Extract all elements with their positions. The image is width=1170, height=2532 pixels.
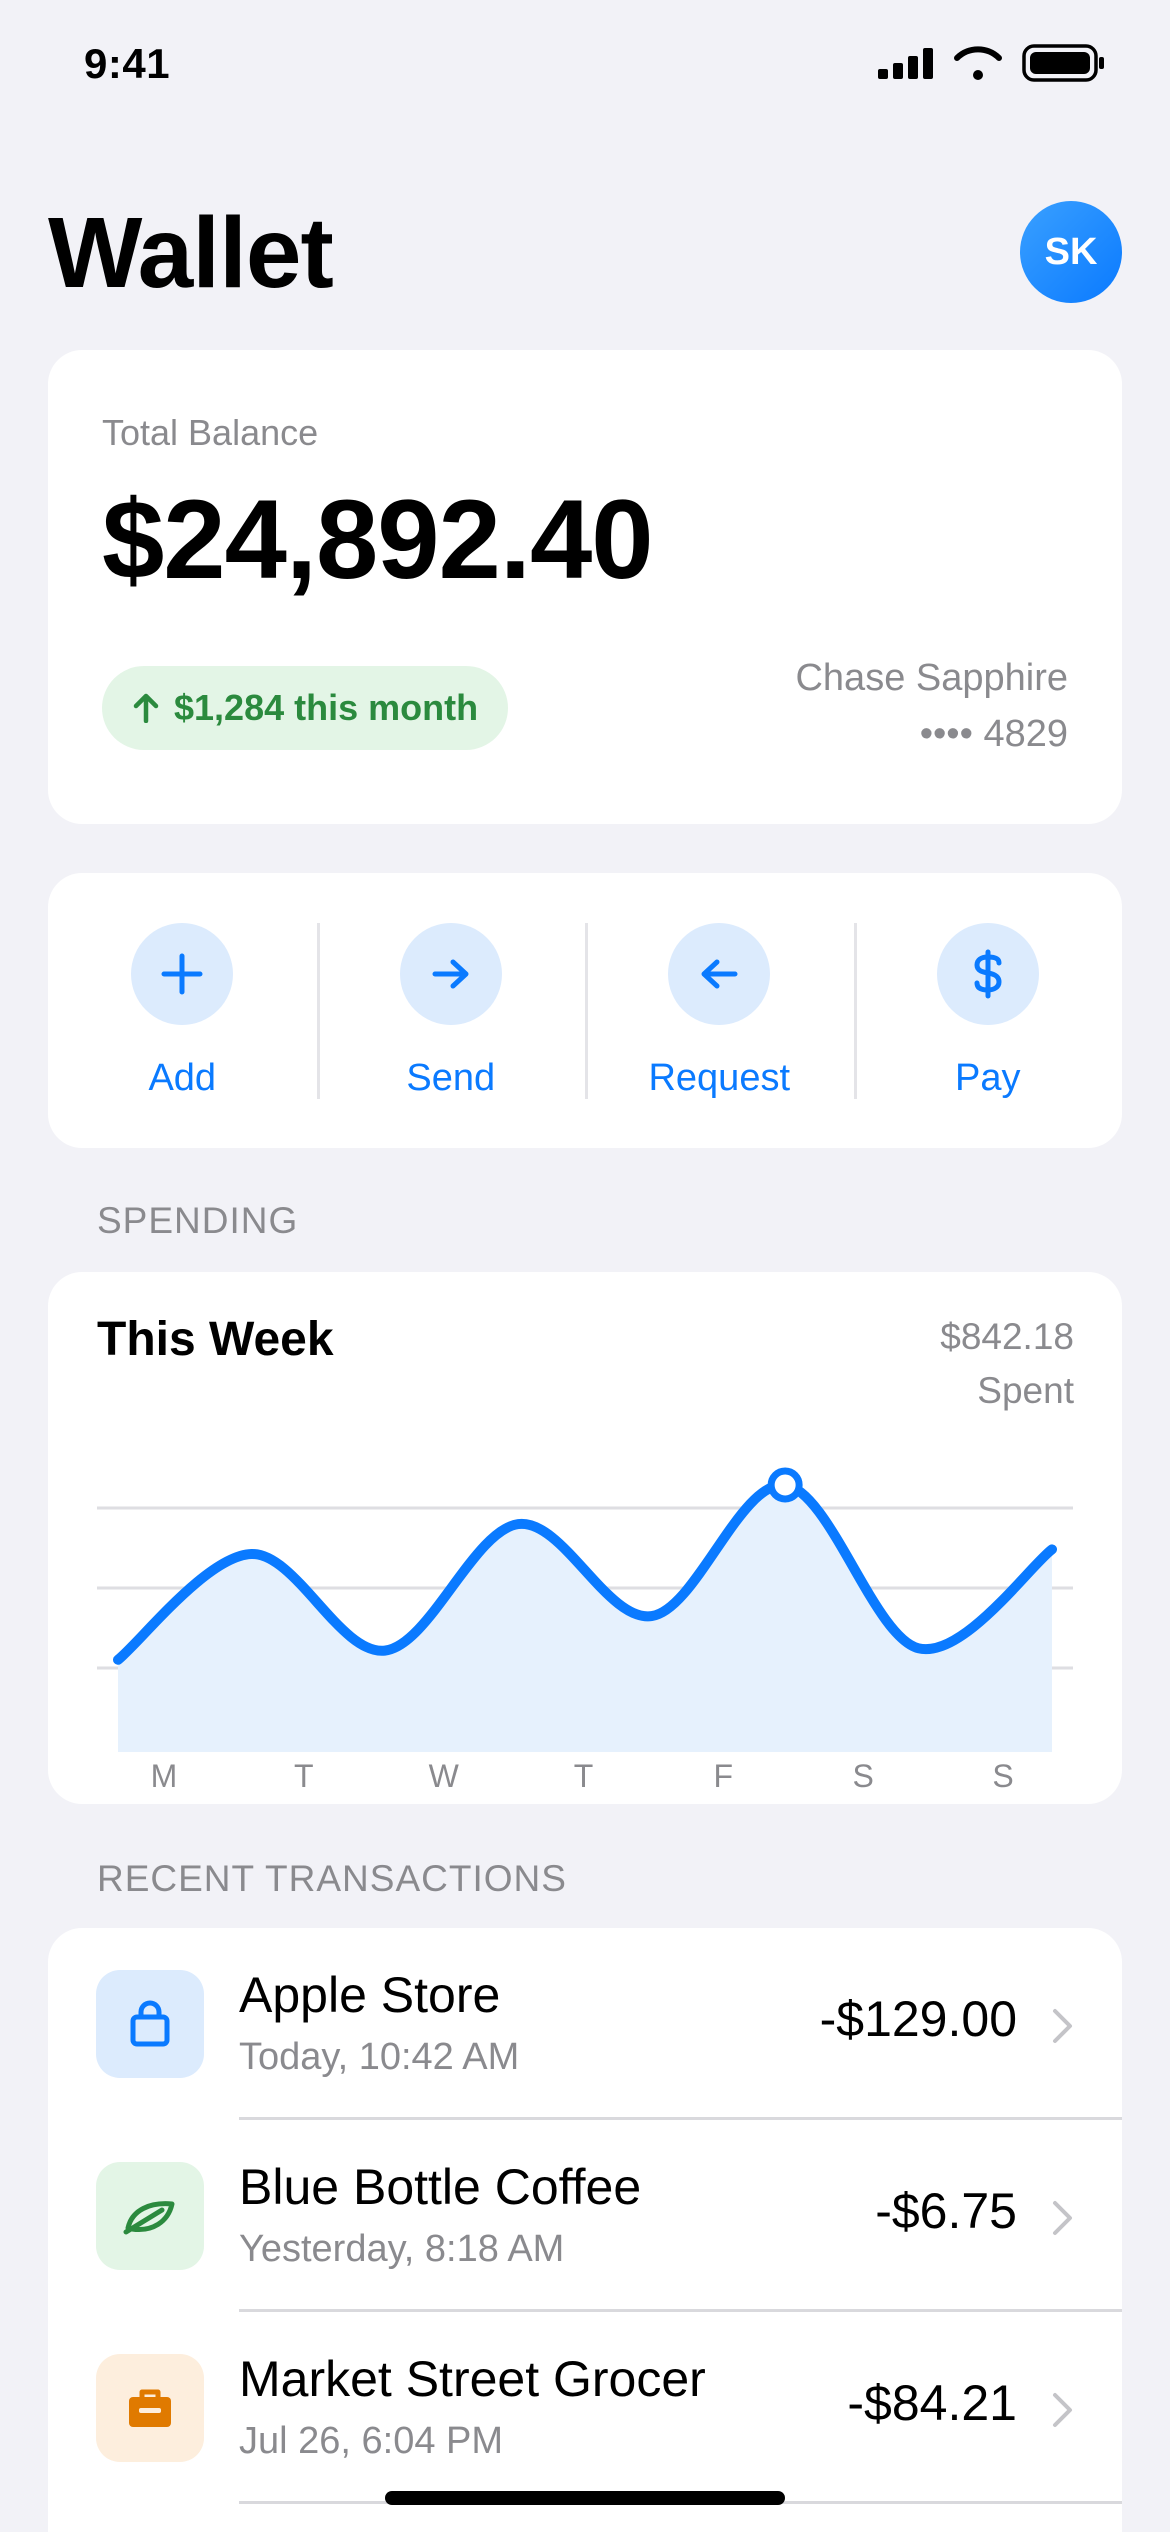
transactions-card: Apple Store Today, 10:42 AM -$129.00 Blu… bbox=[48, 1928, 1122, 2532]
transaction-name: Blue Bottle Coffee bbox=[239, 2159, 642, 2215]
send-label: Send bbox=[406, 1057, 496, 1099]
transaction-icon bbox=[96, 1970, 204, 2078]
pay-button[interactable]: Pay bbox=[853, 873, 1123, 1148]
chart-x-tick-label: T bbox=[294, 1758, 314, 1794]
chart-x-tick-label: M bbox=[151, 1758, 178, 1794]
chevron-right-icon bbox=[1053, 2201, 1072, 2235]
transaction-amount: -$129.00 bbox=[819, 1991, 1017, 2047]
dollar-icon bbox=[974, 949, 1002, 999]
briefcase-icon bbox=[129, 2389, 171, 2427]
page-title: Wallet bbox=[48, 197, 334, 309]
signal-icon bbox=[878, 48, 933, 79]
arrow-up-icon bbox=[133, 693, 159, 723]
chart-x-tick-label: F bbox=[714, 1758, 734, 1794]
balance-amount: $24,892.40 bbox=[102, 477, 654, 602]
transaction-name: Apple Store bbox=[239, 1967, 501, 2023]
spending-section-header: SPENDING bbox=[97, 1200, 299, 1241]
add-action-circle bbox=[131, 923, 234, 1025]
arrow-right-icon bbox=[432, 959, 469, 989]
request-label: Request bbox=[648, 1057, 791, 1099]
balance-card[interactable]: Total Balance $24,892.40 $1,284 this mon… bbox=[48, 350, 1122, 824]
chart-x-tick-label: T bbox=[574, 1758, 594, 1794]
chart-highlight-point bbox=[767, 1467, 803, 1503]
quick-actions: Add Send Request Pay bbox=[48, 873, 1122, 1148]
transaction-icon bbox=[96, 2162, 204, 2270]
avatar[interactable]: SK bbox=[1020, 201, 1122, 303]
card-name: Chase Sapphire bbox=[795, 657, 1068, 699]
pay-action-circle bbox=[936, 923, 1039, 1025]
shopping-bag-icon bbox=[130, 2000, 170, 2047]
chart-x-tick-label: W bbox=[429, 1758, 460, 1794]
chart-x-tick-label: S bbox=[852, 1758, 873, 1794]
chart-x-tick-label: S bbox=[992, 1758, 1013, 1794]
send-button[interactable]: Send bbox=[316, 873, 586, 1148]
transaction-name: Market Street Grocer bbox=[239, 2351, 706, 2407]
transaction-row[interactable]: Market Street Grocer Jul 26, 6:04 PM -$8… bbox=[48, 2312, 1122, 2504]
balance-label: Total Balance bbox=[102, 412, 319, 453]
chevron-right-icon bbox=[1053, 2393, 1072, 2427]
transaction-icon bbox=[96, 2354, 204, 2462]
status-time: 9:41 bbox=[84, 40, 171, 87]
leaf-icon bbox=[123, 2201, 175, 2235]
plus-icon bbox=[161, 953, 203, 995]
transaction-time: Yesterday, 8:18 AM bbox=[239, 2228, 565, 2270]
card-number: •••• 4829 bbox=[919, 713, 1068, 755]
home-indicator[interactable] bbox=[385, 2491, 785, 2505]
monthly-change-text: $1,284 this month bbox=[174, 687, 479, 728]
monthly-change-badge: $1,284 this month bbox=[102, 666, 509, 750]
chart-area bbox=[118, 1484, 1052, 1752]
transactions-section-header: RECENT TRANSACTIONS bbox=[97, 1858, 567, 1899]
status-icons bbox=[878, 44, 1106, 82]
transaction-row[interactable]: Apple Store Today, 10:42 AM -$129.00 bbox=[48, 1928, 1122, 2120]
send-action-circle bbox=[399, 923, 502, 1025]
spending-card[interactable]: This Week $842.18 Spent MTWTFSS bbox=[48, 1272, 1122, 1804]
spending-chart: MTWTFSS bbox=[97, 1467, 1073, 1794]
add-button[interactable]: Add bbox=[48, 873, 317, 1148]
chevron-right-icon bbox=[1053, 2009, 1072, 2043]
arrow-left-icon bbox=[701, 959, 738, 989]
transaction-time: Jul 26, 6:04 PM bbox=[239, 2420, 504, 2462]
battery-icon bbox=[1022, 44, 1104, 82]
add-label: Add bbox=[148, 1057, 217, 1099]
header: Wallet SK bbox=[48, 195, 1122, 305]
request-action-circle bbox=[668, 923, 771, 1025]
card-info: Chase Sapphire •••• 4829 bbox=[795, 650, 1068, 762]
wifi-icon bbox=[954, 46, 1002, 80]
pay-label: Pay bbox=[955, 1057, 1021, 1099]
transaction-amount: -$84.21 bbox=[847, 2375, 1017, 2431]
status-bar: 9:41 bbox=[0, 0, 1170, 130]
transaction-time: Today, 10:42 AM bbox=[239, 2036, 520, 2078]
request-button[interactable]: Request bbox=[585, 873, 854, 1148]
transaction-row[interactable]: Blue Bottle Coffee Yesterday, 8:18 AM -$… bbox=[48, 2120, 1122, 2312]
transaction-amount: -$6.75 bbox=[875, 2183, 1017, 2239]
